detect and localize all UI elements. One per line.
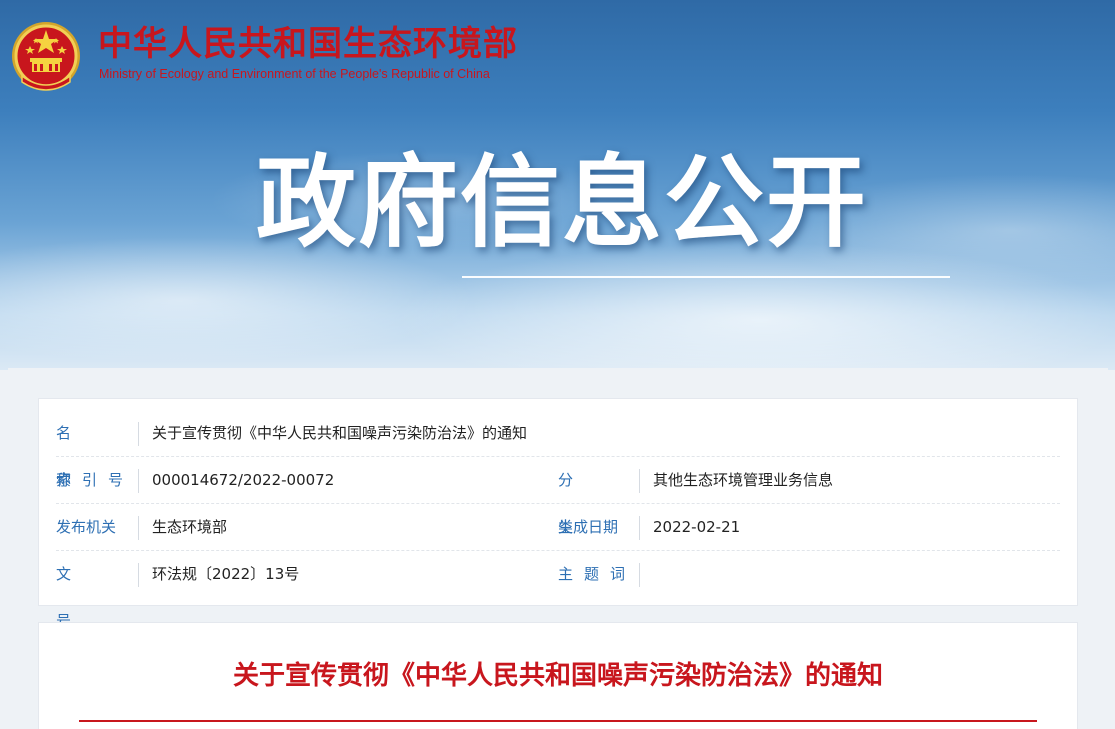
meta-separator (639, 516, 640, 540)
hero-divider (462, 276, 950, 278)
meta-label-name: 名 称 (56, 424, 155, 489)
site-brand-en[interactable]: Ministry of Ecology and Environment of t… (99, 67, 490, 81)
meta-label-date: 生成日期 (558, 518, 619, 536)
meta-value-issuer: 生态环境部 (152, 518, 228, 536)
meta-label-subject: 主题词 (558, 565, 637, 583)
meta-value-index: 000014672/2022-00072 (152, 471, 335, 489)
meta-row-index: 索引号 000014672/2022-00072 分 类 其他生态环境管理业务信… (56, 457, 1060, 536)
meta-row-name: 名 称 关于宣传贯彻《中华人民共和国噪声污染防治法》的通知 (56, 410, 1060, 489)
meta-separator (639, 563, 640, 587)
document-title-rule (79, 720, 1037, 722)
section-hero-title: 政府信息公开 (256, 144, 868, 261)
meta-separator (138, 469, 139, 493)
meta-value-date: 2022-02-21 (653, 518, 741, 536)
document-title: 关于宣传贯彻《中华人民共和国噪声污染防治法》的通知 (232, 661, 883, 691)
meta-separator (138, 516, 139, 540)
meta-separator (138, 422, 139, 446)
meta-row-issuer: 发布机关 生态环境部 生成日期 2022-02-21 (56, 504, 1060, 551)
meta-label-index: 索引号 (56, 471, 135, 489)
meta-value-docno: 环法规〔2022〕13号 (152, 565, 300, 583)
header-banner: 中华人民共和国生态环境部 Ministry of Ecology and Env… (0, 0, 1115, 370)
meta-label-issuer: 发布机关 (56, 518, 117, 536)
meta-label-category: 分 类 (558, 471, 657, 536)
national-emblem-icon[interactable] (8, 18, 84, 96)
meta-separator (639, 469, 640, 493)
meta-separator (138, 563, 139, 587)
meta-row-docno: 文 号 环法规〔2022〕13号 主题词 (56, 551, 1060, 630)
meta-value-name: 关于宣传贯彻《中华人民共和国噪声污染防治法》的通知 (152, 424, 528, 442)
site-brand-cn[interactable]: 中华人民共和国生态环境部 (98, 24, 518, 64)
meta-label-docno: 文 号 (56, 565, 155, 630)
meta-value-category: 其他生态环境管理业务信息 (653, 471, 834, 489)
